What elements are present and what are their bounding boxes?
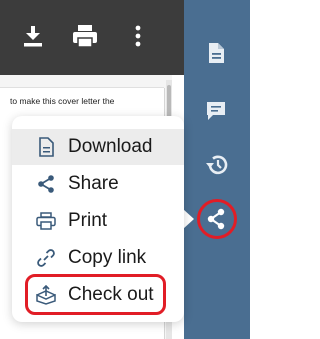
right-sidebar [184,0,250,339]
document-text: to make this cover letter the [10,96,115,106]
menu-item-label: Share [68,173,119,194]
file-icon [34,135,58,159]
comment-icon[interactable] [196,91,236,131]
menu-item-print[interactable]: Print [12,203,184,239]
page-divider [0,87,164,88]
menu-item-copy-link[interactable]: Copy link [12,240,184,276]
menu-item-label: Copy link [68,247,147,268]
download-icon[interactable] [19,22,47,50]
link-icon [34,246,58,270]
menu-item-share[interactable]: Share [12,166,184,202]
menu-item-label: Print [68,210,108,231]
printer-icon [34,209,58,233]
menu-pointer [183,209,194,229]
share-icon [34,172,58,196]
more-vertical-icon[interactable] [124,22,152,50]
history-icon[interactable] [196,145,236,185]
top-toolbar [0,0,184,75]
check-out-highlight [25,274,166,315]
menu-item-label: Download [68,136,153,157]
menu-item-download[interactable]: Download [12,129,184,165]
print-icon[interactable] [71,22,99,50]
document-icon[interactable] [196,33,236,73]
share-button-highlight [197,199,237,239]
